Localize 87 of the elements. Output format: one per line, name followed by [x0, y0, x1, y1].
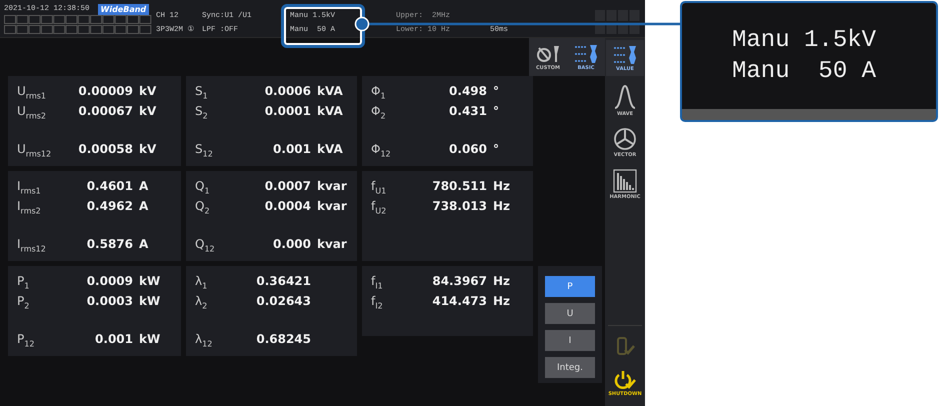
unit-label: kVA — [317, 142, 344, 156]
unit-label: Hz — [493, 294, 512, 308]
measured-value: 0.4601 — [86, 179, 133, 193]
range-setting: Manu 50 A — [732, 57, 878, 86]
measure-button[interactable]: U — [545, 303, 595, 324]
unit-label: kV — [139, 104, 158, 118]
measured-value: 0.0001 — [264, 104, 311, 118]
parameter-label: Φ$_{2}$ — [371, 104, 387, 120]
parameter-label: f$_{I1}$ — [371, 274, 384, 290]
parameter-label: P$_{1}$ — [17, 274, 30, 290]
parameter-label: Φ$_{12}$ — [371, 142, 392, 158]
waveform-icon — [613, 84, 637, 110]
unit-label: kVA — [317, 104, 344, 118]
measured-value: 0.00009 — [77, 84, 133, 98]
measured-value: 0.02643 — [255, 294, 311, 308]
parameter-label: S$_{2}$ — [195, 104, 209, 120]
vector-diagram-icon — [613, 126, 637, 150]
parameter-label: S$_{1}$ — [195, 84, 209, 100]
measured-value: 0.4962 — [86, 199, 133, 213]
parameter-label: P$_{2}$ — [17, 294, 30, 310]
parameter-label: P$_{12}$ — [17, 332, 36, 348]
unit-label: ° — [493, 142, 500, 156]
unit-label: kVA — [317, 84, 344, 98]
measured-value: 0.0004 — [264, 199, 311, 213]
parameter-label: Φ$_{1}$ — [371, 84, 387, 100]
measured-value: 738.013 — [431, 199, 487, 213]
parameter-label: f$_{I2}$ — [371, 294, 384, 310]
unit-label: kW — [139, 332, 162, 346]
measured-value: 0.5876 — [86, 237, 133, 251]
unit-label: kW — [139, 274, 162, 288]
digit-boxes-icon — [595, 10, 641, 34]
unit-label: kvar — [317, 237, 348, 251]
unit-label: Hz — [493, 199, 512, 213]
measured-value: 84.3967 — [431, 274, 487, 288]
measured-value: 0.000 — [272, 237, 311, 251]
measured-value: 0.431 — [448, 104, 487, 118]
measured-value: 0.001 — [272, 142, 311, 156]
power-check-icon — [613, 370, 637, 390]
unit-label: kvar — [317, 199, 348, 213]
parameter-label: U$_{rms1}$ — [17, 84, 47, 100]
measured-value: 0.0007 — [264, 179, 311, 193]
unit-label: A — [139, 199, 150, 213]
value-list-icon — [612, 44, 638, 64]
measured-value: 0.00058 — [77, 142, 133, 156]
measured-value: 0.68245 — [255, 332, 311, 346]
unit-label: kV — [139, 84, 158, 98]
parameter-label: f$_{U2}$ — [371, 199, 388, 216]
measure-button[interactable]: I — [545, 330, 595, 351]
measured-value: 780.511 — [431, 179, 487, 193]
range-setting: Manu 1.5kV — [732, 26, 878, 55]
measured-value: 414.473 — [431, 294, 487, 308]
measured-value: 0.001 — [94, 332, 133, 346]
parameter-label: λ$_{12}$ — [195, 332, 214, 348]
parameter-label: I$_{rms12}$ — [17, 237, 47, 254]
measured-value: 0.060 — [448, 142, 487, 156]
unit-label: kvar — [317, 179, 348, 193]
channel-indicator-grid-icon — [4, 15, 154, 35]
measured-value: 0.0006 — [264, 84, 311, 98]
unit-label: A — [139, 179, 150, 193]
bar-graph-icon — [613, 168, 637, 192]
bandwidth-badge: WideBand — [98, 4, 150, 15]
parameter-label: U$_{rms2}$ — [17, 104, 47, 120]
measured-value: 0.0003 — [86, 294, 133, 308]
parameter-label: S$_{12}$ — [195, 142, 214, 158]
parameter-label: Q$_{1}$ — [195, 179, 211, 196]
unit-label: ° — [493, 104, 500, 118]
unit-label: kV — [139, 142, 158, 156]
unit-label: Hz — [493, 274, 512, 288]
unit-label: kW — [139, 294, 162, 308]
measured-value: 0.00067 — [77, 104, 133, 118]
unit-label: A — [139, 237, 150, 251]
measured-value: 0.498 — [448, 84, 487, 98]
parameter-label: Q$_{12}$ — [195, 237, 216, 254]
parameter-label: U$_{rms12}$ — [17, 142, 52, 158]
unit-label: Hz — [493, 179, 512, 193]
parameter-label: Q$_{2}$ — [195, 199, 211, 216]
parameter-label: λ$_{1}$ — [195, 274, 208, 290]
parameter-label: I$_{rms2}$ — [17, 199, 42, 216]
measured-value: 0.0009 — [86, 274, 133, 288]
parameter-label: I$_{rms1}$ — [17, 179, 42, 196]
measure-button[interactable]: P — [545, 276, 595, 297]
measured-value: 0.36421 — [255, 274, 311, 288]
unit-label: ° — [493, 84, 500, 98]
parameter-label: f$_{U1}$ — [371, 179, 388, 196]
measure-button[interactable]: Integ. — [545, 357, 595, 378]
value-list-icon — [573, 44, 599, 64]
parameter-label: λ$_{2}$ — [195, 294, 208, 310]
